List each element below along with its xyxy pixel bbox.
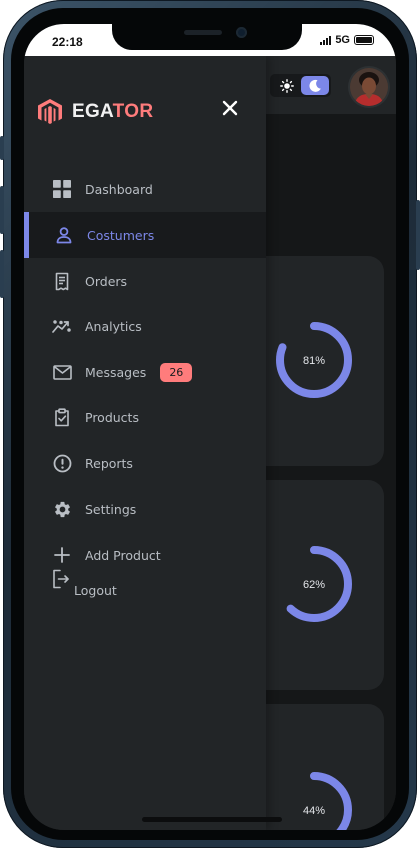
brand-name: EGATOR: [72, 101, 153, 123]
nav-label: Messages: [85, 364, 147, 380]
progress-gauge: 81%: [276, 322, 352, 398]
nav-item-products[interactable]: Products: [24, 394, 266, 440]
logout-button[interactable]: Logout: [24, 569, 266, 609]
brand-prefix: EGA: [72, 101, 113, 122]
mute-switch: [0, 136, 4, 160]
nav-label: Analytics: [85, 318, 142, 334]
brand-logo[interactable]: EGATOR: [38, 99, 153, 125]
nav-item-messages[interactable]: Messages 26: [24, 349, 266, 395]
signal-icon: [320, 35, 332, 45]
notch: [112, 24, 302, 50]
brand-suffix: TOR: [112, 101, 154, 122]
nav-item-settings[interactable]: Settings: [24, 486, 266, 532]
theme-toggle[interactable]: [270, 74, 331, 97]
mail-icon: [52, 362, 72, 382]
sun-icon[interactable]: [272, 76, 301, 95]
speaker-grille: [184, 30, 222, 35]
network-label: 5G: [335, 34, 350, 46]
nav-item-orders[interactable]: Orders: [24, 258, 266, 304]
nav-label: Dashboard: [85, 181, 153, 197]
status-indicators: 5G: [320, 34, 374, 46]
nav-label: Settings: [85, 501, 137, 517]
progress-arc: [276, 772, 352, 830]
progress-value: 44%: [303, 805, 325, 817]
user-avatar[interactable]: [350, 68, 388, 106]
progress-value: 62%: [303, 579, 325, 591]
receipt-icon: [52, 271, 72, 291]
nav-label: Products: [85, 409, 139, 425]
moon-icon[interactable]: [301, 76, 329, 95]
status-time: 22:18: [52, 35, 83, 49]
volume-up-button: [0, 186, 4, 234]
power-button: [416, 200, 420, 270]
grid-icon: [52, 179, 72, 199]
close-icon[interactable]: [220, 98, 240, 118]
plus-icon: [52, 545, 72, 565]
volume-down-button: [0, 250, 4, 298]
clipboard-check-icon: [52, 407, 72, 427]
logout-label: Logout: [74, 583, 117, 598]
nav-item-dashboard[interactable]: Dashboard: [24, 166, 266, 212]
progress-gauge: 44%: [276, 772, 352, 830]
nav-label: Reports: [85, 455, 133, 471]
unread-badge: 26: [160, 362, 193, 382]
alert-circle-icon: [52, 453, 72, 473]
progress-gauge: 62%: [276, 546, 352, 622]
nav-item-analytics[interactable]: Analytics: [24, 303, 266, 349]
progress-value: 81%: [303, 355, 325, 367]
home-indicator: [142, 817, 282, 822]
phone-screen: 22:18 5G 81% 62% 44% EGATOR Dashboard Co…: [24, 24, 396, 830]
person-icon: [54, 225, 74, 245]
battery-icon: [354, 35, 374, 45]
nav-label: Add Product: [85, 547, 161, 563]
status-bar: 22:18 5G: [24, 24, 396, 56]
nav-label: Orders: [85, 273, 128, 289]
front-camera: [236, 27, 247, 38]
navigation-drawer: EGATOR Dashboard Costumers Orders Analyt…: [24, 56, 266, 830]
nav-item-reports[interactable]: Reports: [24, 440, 266, 486]
nav-item-costumers[interactable]: Costumers: [24, 212, 266, 258]
logo-mark: [38, 99, 62, 124]
logout-icon: [52, 569, 70, 589]
chart-icon: [52, 316, 72, 336]
nav-label: Costumers: [87, 227, 155, 243]
gear-icon: [52, 499, 72, 519]
